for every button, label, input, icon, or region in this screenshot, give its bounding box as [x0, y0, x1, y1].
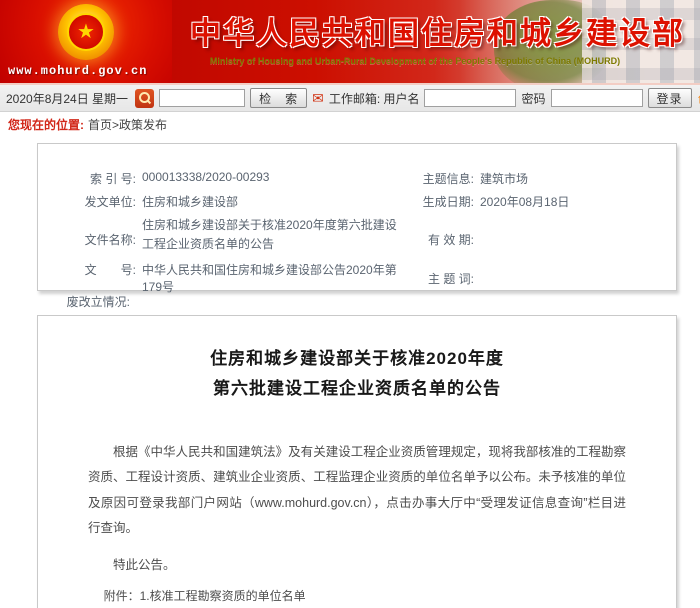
breadcrumb-label: 您现在的位置:	[8, 116, 84, 133]
attachment-link-1[interactable]: 1.核准工程勘察资质的单位名单	[140, 589, 306, 603]
announcement-body: 根据《中华人民共和国建筑法》及有关建设工程企业资质管理规定，现将我部核准的工程勘…	[88, 440, 626, 543]
attachment-label: 附件：	[104, 589, 140, 603]
document-info-box: 索 引 号: 000013338/2020-00293 主题信息: 建筑市场 发…	[37, 143, 677, 291]
table-row: 索 引 号: 000013338/2020-00293 主题信息: 建筑市场	[58, 170, 658, 193]
search-input[interactable]	[159, 89, 245, 107]
site-url: www.mohurd.gov.cn	[8, 64, 147, 78]
doc-number-value: 中华人民共和国住房和城乡建设部公告2020年第179号	[142, 261, 410, 295]
top-toolbar: 2020年8月24日 星期一 检 索 ✉ 工作邮箱: 用户名 密码 登录 ↑ 设…	[0, 85, 700, 112]
search-icon	[135, 89, 154, 108]
document-info-table: 索 引 号: 000013338/2020-00293 主题信息: 建筑市场 发…	[58, 170, 658, 315]
table-row: 发文单位: 住房和城乡建设部 生成日期: 2020年08月18日	[58, 193, 658, 216]
validity-label: 有 效 期:	[410, 231, 474, 248]
file-name-label: 文件名称:	[58, 231, 136, 248]
issuing-unit-value: 住房和城乡建设部	[142, 193, 410, 216]
index-number-label: 索 引 号:	[58, 170, 136, 187]
announcement-title-line1: 住房和城乡建设部关于核准2020年度	[88, 344, 626, 374]
keywords-value	[480, 270, 658, 287]
emblem-star-icon: ★	[67, 13, 105, 51]
password-label: 密码	[521, 90, 545, 107]
announcement-title-line2: 第六批建设工程企业资质名单的公告	[88, 374, 626, 404]
repeal-status-label: 废改立情况:	[58, 293, 130, 315]
set-homepage-icon: ↑	[697, 91, 700, 106]
announcement-closing: 特此公告。	[88, 554, 626, 573]
login-button[interactable]: 登录	[648, 88, 692, 108]
announcement-title: 住房和城乡建设部关于核准2020年度 第六批建设工程企业资质名单的公告	[88, 344, 626, 404]
attachment-line: 附件：1.核准工程勘察资质的单位名单	[104, 587, 626, 604]
emblem-panel: ★ www.mohurd.gov.cn	[0, 0, 172, 83]
subject-info-label: 主题信息:	[410, 170, 474, 187]
file-name-value: 住房和城乡建设部关于核准2020年度第六批建设工程企业资质名单的公告	[142, 216, 400, 254]
generate-date-label: 生成日期:	[410, 193, 474, 216]
index-number-value: 000013338/2020-00293	[142, 170, 410, 187]
search-button[interactable]: 检 索	[250, 88, 307, 108]
table-row: 文 号: 中华人民共和国住房和城乡建设部公告2020年第179号 主 题 词:	[58, 263, 658, 293]
password-input[interactable]	[551, 89, 643, 107]
site-title: 中华人民共和国住房和城乡建设部	[190, 8, 670, 53]
keywords-label: 主 题 词:	[410, 270, 474, 287]
doc-number-label: 文 号:	[58, 261, 136, 295]
subject-info-value: 建筑市场	[480, 170, 658, 187]
generate-date-value: 2020年08月18日	[480, 193, 658, 216]
mail-icon: ✉	[312, 91, 324, 105]
table-row: 文件名称: 住房和城乡建设部关于核准2020年度第六批建设工程企业资质名单的公告…	[58, 216, 658, 263]
issuing-unit-label: 发文单位:	[58, 193, 136, 216]
national-emblem-icon: ★	[58, 4, 114, 60]
site-title-english: Ministry of Housing and Urban-Rural Deve…	[145, 56, 685, 66]
breadcrumb-path[interactable]: 首页>政策发布	[88, 116, 167, 133]
work-mail-username-label: 工作邮箱: 用户名	[329, 90, 420, 107]
announcement-box: 住房和城乡建设部关于核准2020年度 第六批建设工程企业资质名单的公告 根据《中…	[37, 315, 677, 608]
current-date: 2020年8月24日 星期一	[6, 90, 128, 107]
table-row: 废改立情况:	[58, 293, 658, 315]
breadcrumb: 您现在的位置: 首页>政策发布	[0, 112, 700, 136]
site-header: ★ www.mohurd.gov.cn 中华人民共和国住房和城乡建设部 Mini…	[0, 0, 700, 85]
repeal-status-value	[136, 293, 410, 315]
username-input[interactable]	[424, 89, 516, 107]
announcement-paragraph: 根据《中华人民共和国建筑法》及有关建设工程企业资质管理规定，现将我部核准的工程勘…	[88, 440, 626, 543]
